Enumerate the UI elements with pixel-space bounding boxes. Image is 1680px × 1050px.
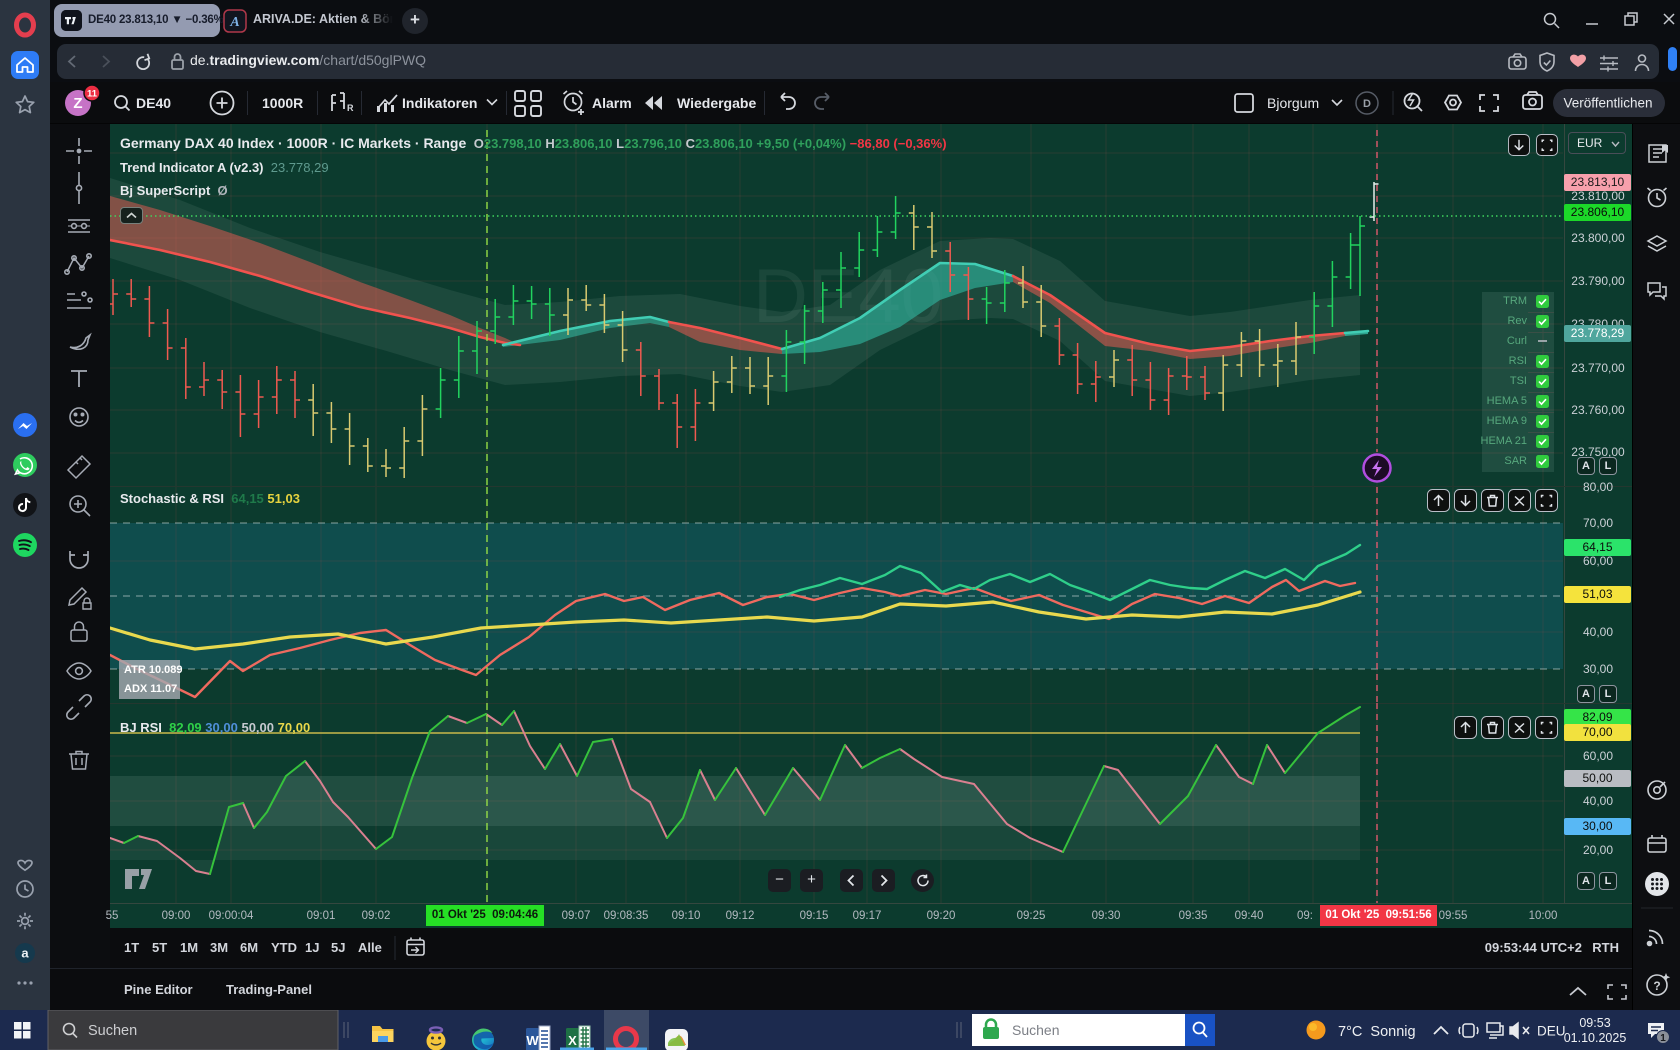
svg-text:A: A — [229, 15, 239, 30]
svg-text:Suchen: Suchen — [1012, 1022, 1059, 1038]
svg-text:Suchen: Suchen — [88, 1023, 137, 1039]
svg-text:R: R — [347, 103, 354, 113]
svg-text:W: W — [526, 1033, 539, 1048]
svg-text:DEU: DEU — [1537, 1024, 1566, 1039]
svg-text:01.10.2025: 01.10.2025 — [1564, 1031, 1627, 1045]
svg-text:?: ? — [1653, 979, 1660, 993]
svg-text:X: X — [568, 1033, 577, 1048]
svg-text:11: 11 — [87, 89, 98, 100]
svg-text:7°C Sonnig: 7°C Sonnig — [1338, 1024, 1416, 1040]
svg-text:D: D — [1363, 98, 1371, 110]
svg-text:Z: Z — [73, 95, 82, 112]
svg-text:09:53: 09:53 — [1579, 1016, 1610, 1030]
svg-text:a: a — [21, 946, 29, 961]
svg-text:Veröffentlichen: Veröffentlichen — [1563, 96, 1652, 111]
svg-text:1: 1 — [1660, 1033, 1666, 1044]
